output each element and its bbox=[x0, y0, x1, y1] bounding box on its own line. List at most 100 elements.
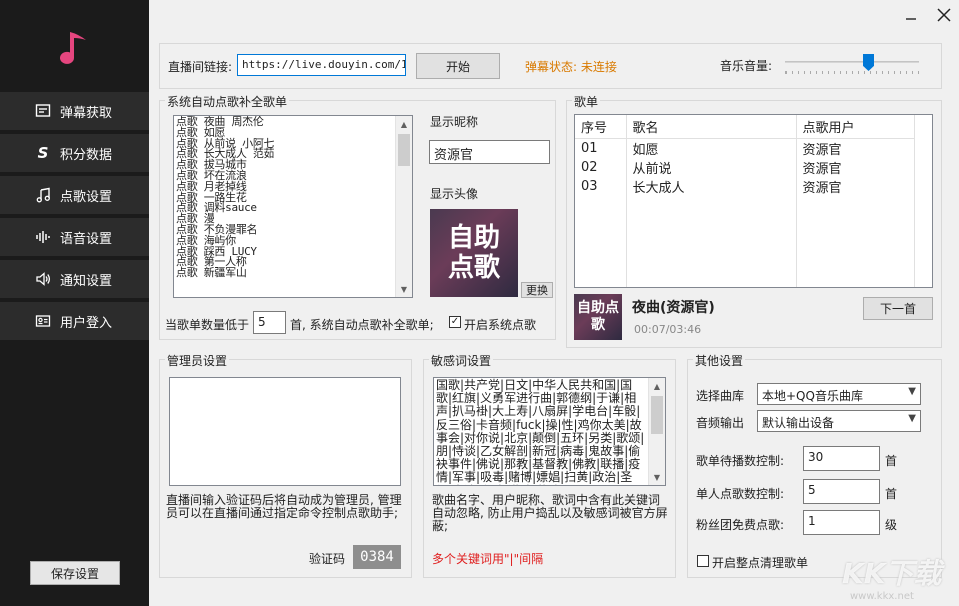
auto-song-title: 系统自动点歌补全歌单 bbox=[165, 93, 290, 110]
enable-system-song-checkbox[interactable]: ✓ bbox=[449, 316, 461, 328]
fan-level-label: 粉丝团免费点歌: bbox=[696, 518, 785, 532]
nickname-label: 显示昵称 bbox=[430, 115, 479, 129]
row-user: 资源官 bbox=[796, 158, 915, 177]
danmaku-status: 弹幕状态: 未连接 bbox=[525, 60, 617, 74]
scroll-thumb[interactable] bbox=[398, 134, 410, 166]
sensitive-hint: 多个关键词用"|"间隔 bbox=[432, 552, 544, 566]
avatar-label: 显示头像 bbox=[430, 187, 479, 201]
start-button[interactable]: 开始 bbox=[416, 53, 500, 79]
pending-count-input[interactable]: 30 bbox=[803, 446, 880, 471]
scroll-down-icon[interactable]: ▼ bbox=[649, 469, 665, 485]
row-song: 从前说 bbox=[626, 158, 797, 177]
sidebar-item-notify-settings[interactable]: 通知设置 bbox=[0, 260, 149, 298]
music-logo-icon bbox=[60, 32, 86, 64]
watermark-logo: KK下载 bbox=[842, 557, 942, 590]
threshold-prefix: 当歌单数量低于 bbox=[165, 318, 250, 332]
library-select[interactable]: 本地+QQ音乐曲库 ▼ bbox=[757, 383, 921, 405]
live-url-input[interactable]: https://live.douyin.com/1684 bbox=[237, 54, 406, 76]
chevron-down-icon: ▼ bbox=[908, 413, 916, 424]
row-user: 资源官 bbox=[796, 177, 915, 196]
col-user[interactable]: 点歌用户 bbox=[796, 115, 915, 139]
nickname-input[interactable]: 资源官 bbox=[429, 140, 550, 164]
speaker-icon bbox=[34, 270, 52, 288]
scroll-thumb[interactable] bbox=[651, 396, 663, 434]
sidebar-item-song-settings[interactable]: 点歌设置 bbox=[0, 176, 149, 214]
row-song: 长大成人 bbox=[626, 177, 797, 196]
table-row[interactable]: 01 如愿 资源官 bbox=[575, 138, 915, 158]
volume-thumb[interactable] bbox=[863, 54, 874, 71]
music-note-icon bbox=[34, 186, 52, 204]
now-playing-art: 自助点歌 bbox=[574, 294, 622, 340]
sensitive-words-text: 国歌|共产党|日文|中华人民共和国|国歌|红旗|义勇军进行曲|郭德纲|于谦|相声… bbox=[436, 378, 645, 485]
sidebar-item-label: 用户登入 bbox=[60, 315, 113, 331]
avatar-image: 自助点歌 bbox=[430, 209, 518, 297]
library-label: 选择曲库 bbox=[696, 389, 745, 403]
scroll-up-icon[interactable]: ▲ bbox=[649, 378, 665, 394]
sidebar-item-label: 弹幕获取 bbox=[60, 105, 113, 121]
scroll-up-icon[interactable]: ▲ bbox=[396, 116, 412, 132]
change-avatar-button[interactable]: 更换 bbox=[521, 282, 553, 298]
sensitive-title: 敏感词设置 bbox=[429, 352, 494, 369]
hourly-clear-checkbox[interactable] bbox=[697, 555, 709, 567]
auto-song-scrollbar[interactable]: ▲ ▼ bbox=[395, 116, 412, 297]
sidebar-item-user-login[interactable]: 用户登入 bbox=[0, 302, 149, 340]
row-index: 03 bbox=[575, 177, 627, 196]
row-index: 02 bbox=[575, 158, 627, 177]
admin-textarea[interactable] bbox=[169, 377, 401, 486]
now-playing-time: 00:07/03:46 bbox=[634, 323, 702, 336]
sidebar-item-voice-settings[interactable]: 语音设置 bbox=[0, 218, 149, 256]
per-user-unit: 首 bbox=[885, 487, 898, 501]
scroll-down-icon[interactable]: ▼ bbox=[396, 281, 412, 297]
audio-output-label: 音频输出 bbox=[696, 416, 745, 430]
sidebar-item-label: 语音设置 bbox=[60, 231, 113, 247]
hourly-clear-label: 开启整点清理歌单 bbox=[712, 556, 809, 570]
admin-title: 管理员设置 bbox=[165, 352, 230, 369]
sensitive-scrollbar[interactable]: ▲ ▼ bbox=[648, 378, 665, 485]
verify-code-value: 0384 bbox=[353, 545, 401, 569]
audio-output-select[interactable]: 默认输出设备 ▼ bbox=[757, 410, 921, 432]
fan-level-unit: 级 bbox=[885, 518, 898, 532]
other-title: 其他设置 bbox=[693, 352, 746, 369]
volume-slider[interactable] bbox=[785, 54, 919, 77]
volume-track bbox=[785, 61, 919, 63]
audio-output-value: 默认输出设备 bbox=[762, 416, 835, 430]
auto-song-list[interactable]: 点歌 夜曲 周杰伦 点歌 如愿 点歌 从前说 小阿七 点歌 长大成人 范茹 点歌 拔马城… bbox=[173, 115, 413, 298]
per-user-input[interactable]: 5 bbox=[803, 479, 880, 504]
now-playing-title: 夜曲(资源官) bbox=[632, 300, 715, 316]
sensitive-description: 歌曲名字、用户昵称、歌词中含有此关键词自动忽略, 防止用户捣乱以及敏感词被官方屏… bbox=[432, 493, 668, 533]
queue-title: 歌单 bbox=[572, 93, 601, 110]
id-card-icon bbox=[34, 312, 52, 330]
next-song-button[interactable]: 下一首 bbox=[863, 297, 933, 320]
admin-description: 直播间输入验证码后将自动成为管理员, 管理员可以在直播间通过指定命令控制点歌助手… bbox=[166, 493, 402, 520]
threshold-input[interactable]: 5 bbox=[253, 311, 286, 334]
list-item[interactable]: 点歌 新疆军山 bbox=[176, 267, 396, 279]
sidebar-item-label: 通知设置 bbox=[60, 273, 113, 289]
library-select-value: 本地+QQ音乐曲库 bbox=[762, 389, 863, 403]
sidebar-item-label: 点歌设置 bbox=[60, 189, 113, 205]
save-settings-button[interactable]: 保存设置 bbox=[30, 561, 120, 585]
sidebar-item-label: 积分数据 bbox=[60, 147, 113, 163]
row-user: 资源官 bbox=[796, 138, 915, 158]
table-row[interactable]: 02 从前说 资源官 bbox=[575, 158, 915, 177]
table-row[interactable]: 03 长大成人 资源官 bbox=[575, 177, 915, 196]
url-label: 直播间链接: bbox=[168, 60, 233, 74]
sensitive-words-box[interactable]: 国歌|共产党|日文|中华人民共和国|国歌|红旗|义勇军进行曲|郭德纲|于谦|相声… bbox=[433, 377, 666, 486]
close-icon[interactable] bbox=[935, 6, 953, 24]
row-song: 如愿 bbox=[626, 138, 797, 158]
pending-count-label: 歌单待播数控制: bbox=[696, 454, 785, 468]
enable-system-song-label: 开启系统点歌 bbox=[464, 318, 537, 332]
watermark-url: www.kkx.net bbox=[850, 591, 914, 602]
col-song[interactable]: 歌名 bbox=[626, 115, 797, 139]
queue-table: 序号 歌名 点歌用户 01 如愿 资源官 02 从前说 资源官 03 长大成人 … bbox=[575, 115, 915, 287]
col-index[interactable]: 序号 bbox=[575, 115, 627, 139]
fan-level-input[interactable]: 1 bbox=[803, 510, 880, 535]
sidebar-item-danmaku[interactable]: 弹幕获取 bbox=[0, 92, 149, 130]
volume-ticks bbox=[785, 71, 919, 74]
bullet-comment-icon bbox=[34, 102, 52, 120]
sidebar-item-points[interactable]: S 积分数据 bbox=[0, 134, 149, 172]
volume-label: 音乐音量: bbox=[720, 59, 773, 73]
points-icon: S bbox=[37, 144, 49, 162]
threshold-suffix: 首, 系统自动点歌补全歌单; bbox=[290, 318, 434, 332]
queue-table-box[interactable]: 序号 歌名 点歌用户 01 如愿 资源官 02 从前说 资源官 03 长大成人 … bbox=[574, 114, 933, 288]
minimize-icon[interactable] bbox=[902, 6, 920, 24]
